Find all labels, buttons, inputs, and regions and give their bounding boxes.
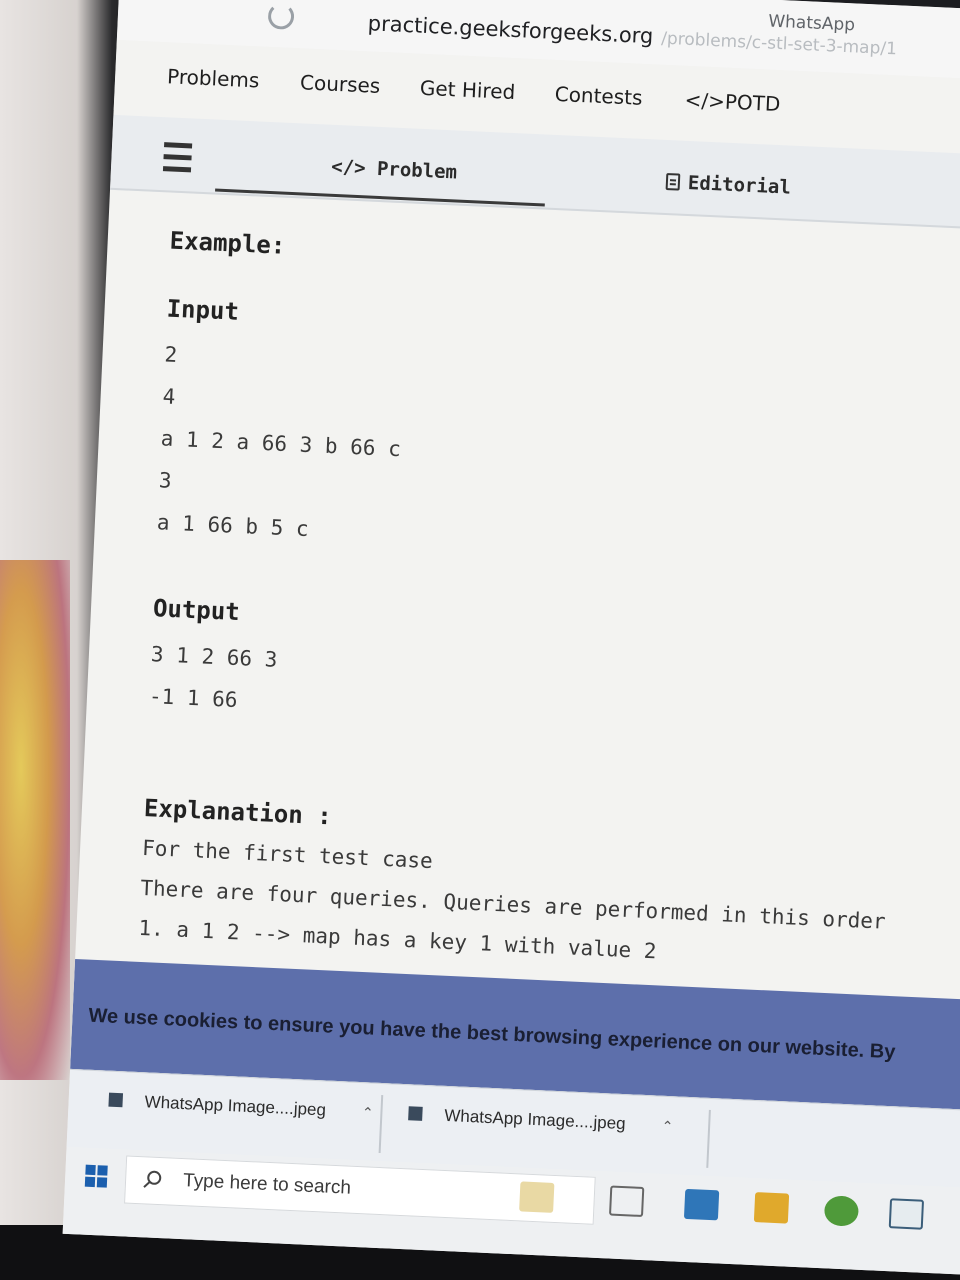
file-explorer-icon[interactable]: [753, 1192, 790, 1224]
output-line: 3 1 2 66 3: [150, 642, 278, 672]
nav-contests[interactable]: Contests: [554, 82, 643, 110]
nav-potd[interactable]: </>POTD: [684, 88, 781, 116]
chevron-up-icon[interactable]: ⌃: [361, 1104, 374, 1122]
whatsapp-extension-label[interactable]: WhatsApp: [768, 11, 856, 35]
chevron-up-icon[interactable]: ⌃: [661, 1118, 673, 1136]
output-heading: Output: [152, 594, 241, 627]
image-file-icon: [108, 1092, 124, 1108]
input-heading: Input: [166, 294, 240, 326]
input-line: 2: [164, 342, 178, 367]
explanation-heading: Explanation :: [143, 793, 333, 831]
task-view-icon[interactable]: [609, 1185, 645, 1218]
document-icon: [665, 172, 681, 191]
image-file-icon: [408, 1106, 423, 1121]
nav-problems[interactable]: Problems: [167, 64, 260, 92]
package-icon[interactable]: [888, 1198, 925, 1230]
explanation-line: 1. a 1 2 --> map has a key 1 with value …: [138, 915, 657, 964]
tab-editorial-label: Editorial: [687, 171, 792, 199]
explanation-line: For the first test case: [141, 835, 434, 874]
computer-icon[interactable]: [683, 1188, 720, 1221]
windows-start-icon[interactable]: [84, 1164, 108, 1188]
menu-icon[interactable]: [162, 142, 193, 177]
input-line: a 1 66 b 5 c: [156, 510, 310, 542]
output-line: -1 1 66: [148, 684, 239, 713]
browser-screen: practice.geeksforgeeks.org/problems/c-st…: [62, 0, 960, 1275]
nav-courses[interactable]: Courses: [300, 70, 381, 98]
input-line: 3: [158, 468, 173, 493]
cortana-icon[interactable]: [519, 1181, 555, 1213]
nav-get-hired[interactable]: Get Hired: [419, 76, 515, 104]
input-line: a 1 2 a 66 3 b 66 c: [160, 426, 402, 462]
example-heading: Example:: [169, 226, 286, 260]
input-line: 4: [162, 384, 176, 409]
